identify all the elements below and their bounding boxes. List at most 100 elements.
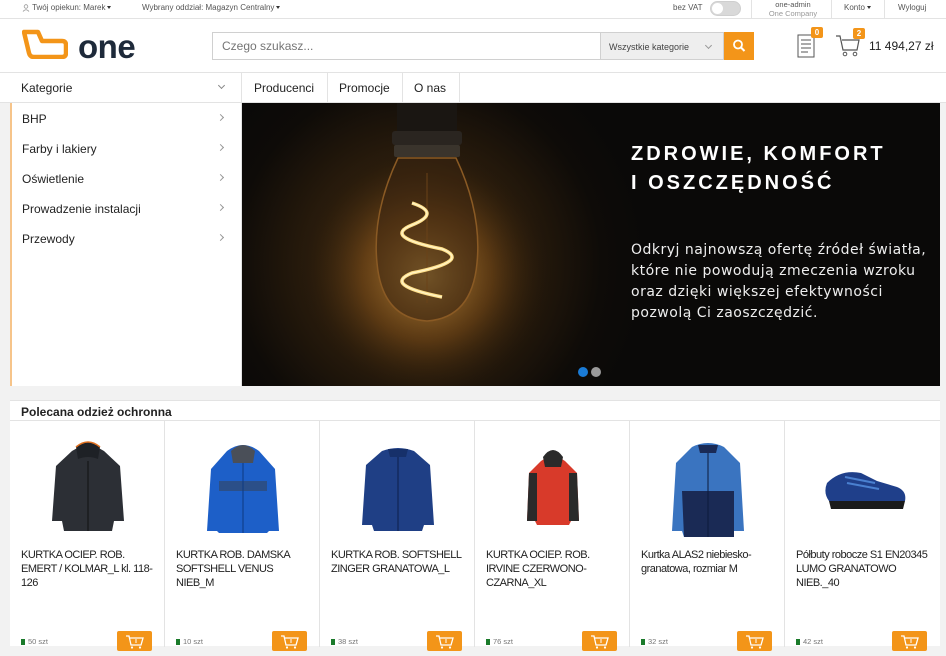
category-label: Przewody (22, 232, 75, 246)
add-to-cart-button[interactable] (737, 631, 772, 651)
product-name[interactable]: KURTKA ROB. SOFTSHELL ZINGER GRANATOWA_L (331, 548, 466, 576)
account-company: One Company (768, 9, 818, 18)
add-to-cart-button[interactable] (892, 631, 927, 651)
stock-indicator-icon (486, 639, 490, 646)
stock-amount: 10 szt (183, 637, 204, 646)
search-bar: Wszystkie kategorie (212, 32, 754, 60)
vat-label: bez VAT (673, 3, 703, 12)
products-section: Polecana odzież ochronna KURTKA OCIEP. R… (10, 400, 940, 651)
product-card[interactable]: Półbuty robocze S1 EN20345 LUMO GRANATOW… (785, 421, 940, 651)
user-icon (22, 4, 30, 12)
stock-status: 42 szt (796, 637, 823, 646)
product-name[interactable]: Kurtka ALAS2 niebiesko-granatowa, rozmia… (641, 548, 776, 576)
nav-producenci[interactable]: Producenci (242, 73, 328, 103)
add-to-cart-button[interactable] (272, 631, 307, 651)
dark-jacket-image (52, 441, 124, 531)
vat-toggle[interactable] (710, 1, 741, 16)
chevron-right-icon (216, 143, 225, 152)
category-item-oswietlenie[interactable]: Oświetlenie (10, 163, 242, 193)
cart-add-icon (126, 635, 144, 649)
stock-status: 10 szt (176, 637, 203, 646)
toggle-knob (712, 3, 723, 14)
hero-banner[interactable]: ZDROWIE, KOMFORT I OSZCZĘDNOŚĆ Odkryj na… (242, 103, 940, 386)
banner-text-line: Odkryj najnowszą ofertę źródeł światła, (631, 242, 927, 258)
shopping-list-button[interactable]: 0 (792, 27, 823, 59)
product-name[interactable]: KURTKA OCIEP. ROB. IRVINE CZERWONO-CZARN… (486, 548, 621, 590)
banner-text: Odkryj najnowszą ofertę źródeł światła, … (631, 240, 926, 324)
stock-status: 50 szt (21, 637, 48, 646)
stock-status: 38 szt (331, 637, 358, 646)
add-to-cart-button[interactable] (582, 631, 617, 651)
chevron-right-icon (216, 233, 225, 242)
category-label: Farby i lakiery (22, 142, 97, 156)
chevron-down-icon (276, 6, 281, 10)
category-item-bhp[interactable]: BHP (10, 103, 242, 133)
stock-indicator-icon (796, 639, 800, 646)
divider (884, 0, 885, 19)
product-name[interactable]: Półbuty robocze S1 EN20345 LUMO GRANATOW… (796, 548, 931, 590)
account-user: one-admin (775, 0, 811, 9)
category-menu: BHP Farby i lakiery Oświetlenie Prowadze… (10, 103, 242, 386)
chevron-down-icon (217, 81, 226, 90)
product-card[interactable]: KURTKA ROB. SOFTSHELL ZINGER GRANATOWA_L… (320, 421, 475, 651)
cart-add-icon (436, 635, 454, 649)
cart-badge: 2 (853, 28, 865, 39)
product-card[interactable]: Kurtka ALAS2 niebiesko-granatowa, rozmia… (630, 421, 785, 651)
branch-selector[interactable]: Wybrany oddział: Magazyn Centralny (142, 3, 281, 12)
category-item-farby[interactable]: Farby i lakiery (10, 133, 242, 163)
search-input[interactable] (212, 32, 600, 60)
category-item-przewody[interactable]: Przewody (10, 223, 242, 253)
list-badge: 0 (811, 27, 823, 38)
cart-add-icon (746, 635, 764, 649)
stock-status: 32 szt (641, 637, 668, 646)
nav-o-nas[interactable]: O nas (402, 73, 460, 103)
category-select[interactable]: Wszystkie kategorie (600, 32, 724, 60)
product-card[interactable]: KURTKA OCIEP. ROB. IRVINE CZERWONO-CZARN… (475, 421, 630, 651)
guardian-selector[interactable]: Twój opiekun: Marek (22, 3, 112, 12)
chevron-right-icon (216, 173, 225, 182)
banner-title-line: I OSZCZĘDNOŚĆ (631, 172, 835, 194)
product-card[interactable]: KURTKA OCIEP. ROB. EMERT / KOLMAR_L kl. … (10, 421, 165, 651)
banner-text-line: oraz dzięki większej efektywności (631, 284, 883, 300)
product-card[interactable]: KURTKA ROB. DAMSKA SOFTSHELL VENUS NIEB_… (165, 421, 320, 651)
categories-dropdown[interactable]: Kategorie (10, 73, 242, 103)
category-select-value: Wszystkie kategorie (609, 42, 690, 52)
chevron-down-icon (107, 6, 112, 10)
stock-indicator-icon (641, 639, 645, 646)
banner-text-line: które nie powodują zmeczenia wzroku (631, 263, 916, 279)
banner-title: ZDROWIE, KOMFORT I OSZCZĘDNOŚĆ (631, 140, 886, 198)
stock-indicator-icon (21, 639, 25, 646)
stock-amount: 32 szt (648, 637, 669, 646)
guardian-label: Twój opiekun: Marek (32, 3, 106, 12)
cart-total[interactable]: 11 494,27 zł (869, 39, 934, 53)
search-button[interactable] (724, 32, 754, 60)
carousel-dot-active[interactable] (578, 367, 588, 377)
categories-label: Kategorie (21, 81, 73, 95)
nav-promocje[interactable]: Promocje (327, 73, 403, 103)
chevron-right-icon (216, 113, 225, 122)
stock-amount: 50 szt (28, 637, 49, 646)
search-icon (733, 39, 746, 52)
divider (831, 0, 832, 19)
carousel-dot[interactable] (591, 367, 601, 377)
product-name[interactable]: KURTKA OCIEP. ROB. EMERT / KOLMAR_L kl. … (21, 548, 156, 590)
stock-indicator-icon (331, 639, 335, 646)
logout-link[interactable]: Wyloguj (898, 3, 926, 12)
category-label: Oświetlenie (22, 172, 85, 186)
branch-label: Wybrany oddział: Magazyn Centralny (142, 3, 275, 12)
cart-add-icon (281, 635, 299, 649)
cart-add-icon (901, 635, 919, 649)
category-item-instalacje[interactable]: Prowadzenie instalacji (10, 193, 242, 223)
add-to-cart-button[interactable] (117, 631, 152, 651)
konto-menu[interactable]: Konto (844, 3, 871, 12)
top-bar: Twój opiekun: Marek Wybrany oddział: Mag… (0, 0, 946, 19)
chevron-down-icon (704, 41, 713, 50)
carousel-dots (578, 364, 604, 382)
navy-softshell-jacket-image (362, 448, 434, 531)
account-info[interactable]: one-admin One Company (758, 0, 828, 18)
stock-amount: 38 szt (338, 637, 359, 646)
stock-status: 76 szt (486, 637, 513, 646)
stock-amount: 42 szt (803, 637, 824, 646)
product-name[interactable]: KURTKA ROB. DAMSKA SOFTSHELL VENUS NIEB_… (176, 548, 311, 590)
add-to-cart-button[interactable] (427, 631, 462, 651)
